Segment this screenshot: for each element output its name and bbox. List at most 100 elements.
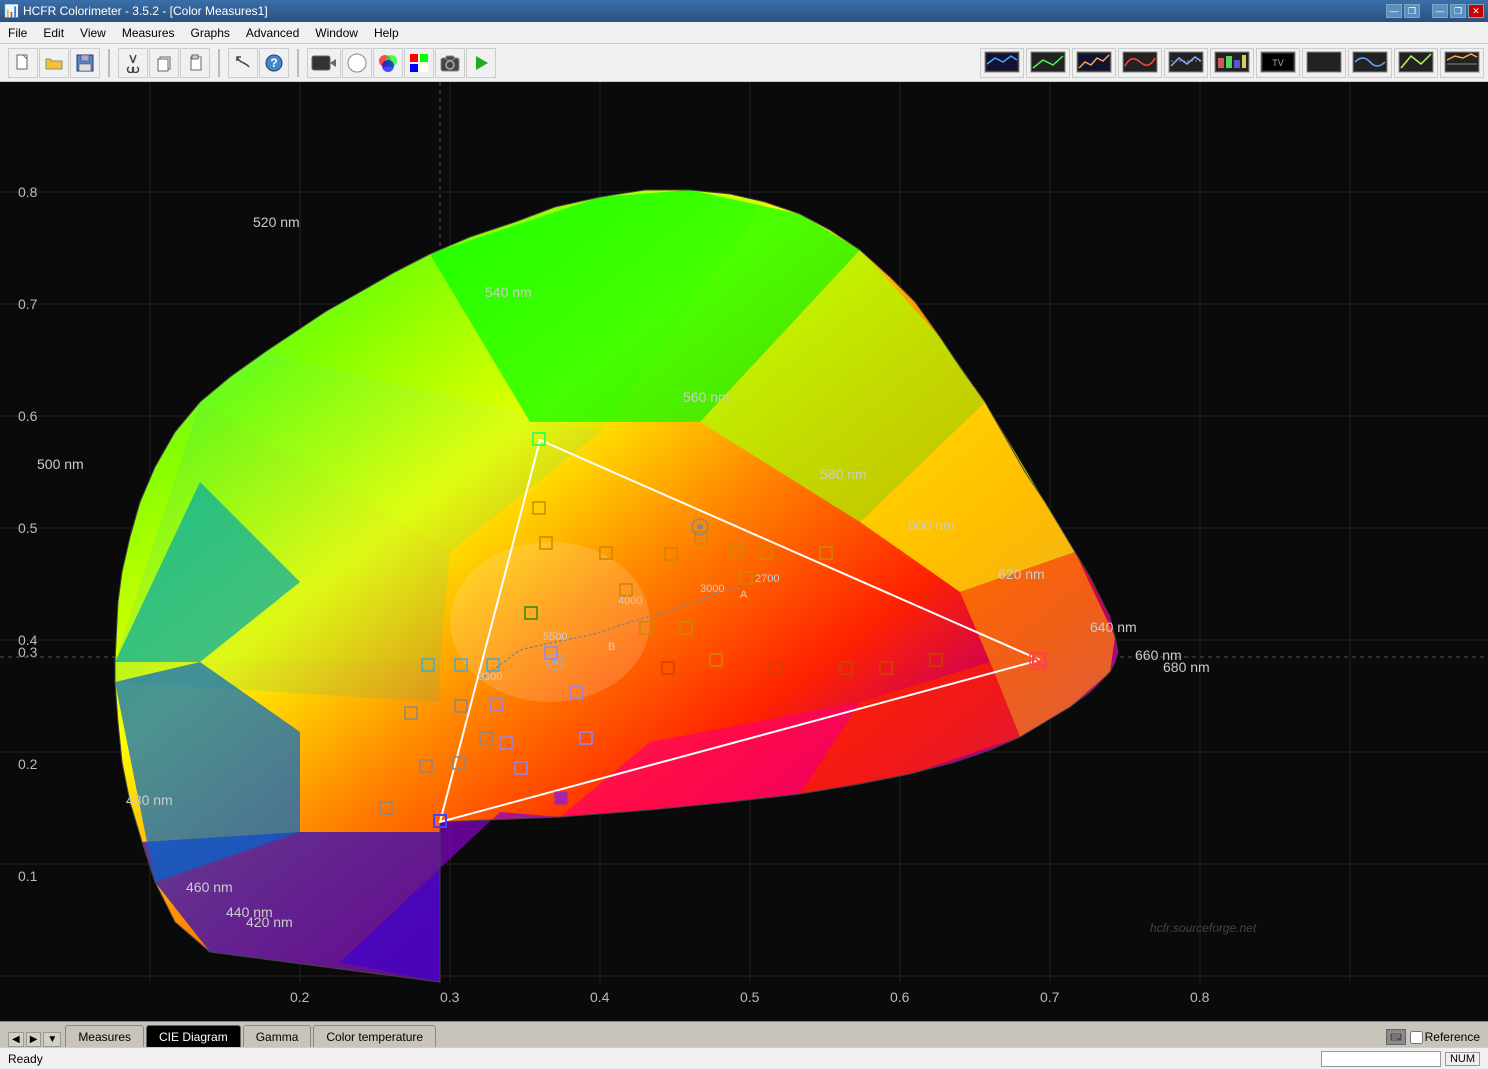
svg-text:0.4: 0.4	[590, 989, 610, 1005]
svg-text:0.8: 0.8	[18, 184, 38, 200]
reference-checkbox[interactable]	[1410, 1031, 1423, 1044]
svg-text:5500: 5500	[543, 631, 567, 643]
video-source-btn[interactable]	[307, 48, 341, 78]
help-btn[interactable]: ?	[259, 48, 289, 78]
save-btn[interactable]	[70, 48, 100, 78]
cie-svg: 0.8 0.7 0.6 0.5 0.4 0.3 0.2 0.1 0.2 0.3 …	[0, 82, 1488, 1021]
svg-text:0.6: 0.6	[890, 989, 910, 1005]
display-btn-4[interactable]	[1118, 48, 1162, 78]
titlebar-controls[interactable]: — ❐ — ❐ ✕	[1386, 4, 1484, 18]
title-bar: 📊 HCFR Colorimeter - 3.5.2 - [Color Meas…	[0, 0, 1488, 22]
tab-list-btn[interactable]: ▼	[43, 1032, 61, 1047]
play-btn[interactable]	[466, 48, 496, 78]
app-icon: 📊	[4, 4, 19, 18]
svg-text:420 nm: 420 nm	[246, 914, 293, 930]
copy-btn[interactable]	[149, 48, 179, 78]
svg-text:0.1: 0.1	[18, 868, 38, 884]
svg-text:TV: TV	[1272, 58, 1284, 68]
svg-text:620 nm: 620 nm	[998, 566, 1045, 582]
svg-text:680 nm: 680 nm	[1163, 659, 1210, 675]
svg-text:0.7: 0.7	[1040, 989, 1060, 1005]
new-btn[interactable]	[8, 48, 38, 78]
main-content: 0.8 0.7 0.6 0.5 0.4 0.3 0.2 0.1 0.2 0.3 …	[0, 82, 1488, 1021]
menu-bar: File Edit View Measures Graphs Advanced …	[0, 22, 1488, 44]
display-btn-7[interactable]: TV	[1256, 48, 1300, 78]
svg-text:560 nm: 560 nm	[683, 389, 730, 405]
inner-restore-btn[interactable]: ❐	[1404, 4, 1420, 18]
undo-btn[interactable]	[228, 48, 258, 78]
menu-edit[interactable]: Edit	[35, 22, 72, 43]
display-btn-10[interactable]	[1394, 48, 1438, 78]
cut-btn[interactable]	[118, 48, 148, 78]
tab-next-btn[interactable]: ▶	[26, 1032, 42, 1047]
tab-cie-diagram[interactable]: CIE Diagram	[146, 1025, 241, 1047]
close-btn[interactable]: ✕	[1468, 4, 1484, 18]
svg-text:540 nm: 540 nm	[485, 284, 532, 300]
svg-text:500 nm: 500 nm	[37, 456, 84, 472]
svg-text:9300: 9300	[478, 671, 502, 683]
reference-label[interactable]: Reference	[1425, 1030, 1480, 1044]
display-btn-3[interactable]	[1072, 48, 1116, 78]
menu-graphs[interactable]: Graphs	[183, 22, 238, 43]
svg-text:?: ?	[270, 56, 277, 70]
tab-bar: ◀ ▶ ▼ Measures CIE Diagram Gamma Color t…	[0, 1021, 1488, 1047]
window-title: HCFR Colorimeter - 3.5.2 - [Color Measur…	[23, 4, 268, 18]
titlebar-left: 📊 HCFR Colorimeter - 3.5.2 - [Color Meas…	[4, 4, 268, 18]
tab-color-temperature[interactable]: Color temperature	[313, 1025, 436, 1047]
camera-btn[interactable]	[435, 48, 465, 78]
menu-advanced[interactable]: Advanced	[238, 22, 307, 43]
toolbar-display-group: TV	[980, 48, 1484, 78]
svg-text:0.3: 0.3	[440, 989, 460, 1005]
tab-prev-btn[interactable]: ◀	[8, 1032, 24, 1047]
svg-text:B: B	[608, 641, 615, 653]
svg-text:0.2: 0.2	[18, 756, 38, 772]
svg-text:A: A	[740, 589, 748, 601]
svg-text:3000: 3000	[700, 583, 724, 595]
menu-view[interactable]: View	[72, 22, 114, 43]
minimize-btn[interactable]: —	[1432, 4, 1448, 18]
svg-text:0.7: 0.7	[18, 296, 38, 312]
status-text: Ready	[8, 1052, 43, 1066]
cie-diagram: 0.8 0.7 0.6 0.5 0.4 0.3 0.2 0.1 0.2 0.3 …	[0, 82, 1488, 1021]
svg-text:460 nm: 460 nm	[186, 879, 233, 895]
display-btn-11[interactable]	[1440, 48, 1484, 78]
display-btn-6[interactable]	[1210, 48, 1254, 78]
restore-btn[interactable]: ❐	[1450, 4, 1466, 18]
inner-minimize-btn[interactable]: —	[1386, 4, 1402, 18]
svg-text:hcfr.sourceforge.net: hcfr.sourceforge.net	[1150, 921, 1257, 935]
svg-text:4000: 4000	[618, 595, 642, 607]
display-btn-2[interactable]	[1026, 48, 1070, 78]
toolbar: ?	[0, 44, 1488, 82]
menu-help[interactable]: Help	[366, 22, 407, 43]
tab-gamma[interactable]: Gamma	[243, 1025, 312, 1047]
menu-measures[interactable]: Measures	[114, 22, 183, 43]
pattern-btn[interactable]	[404, 48, 434, 78]
svg-text:0.6: 0.6	[18, 408, 38, 424]
display-btn-1[interactable]	[980, 48, 1024, 78]
svg-text:2700: 2700	[755, 573, 779, 585]
open-btn[interactable]	[39, 48, 69, 78]
svg-text:0.2: 0.2	[290, 989, 310, 1005]
svg-text:600 nm: 600 nm	[908, 517, 955, 533]
display-btn-9[interactable]	[1348, 48, 1392, 78]
tab-measures[interactable]: Measures	[65, 1025, 144, 1047]
display-btn-5[interactable]	[1164, 48, 1208, 78]
svg-text:480 nm: 480 nm	[126, 792, 173, 808]
svg-text:520 nm: 520 nm	[253, 214, 300, 230]
svg-text:0.5: 0.5	[18, 520, 38, 536]
status-bar: Ready NUM	[0, 1047, 1488, 1069]
toolbar-undo-group: ?	[228, 48, 289, 78]
menu-file[interactable]: File	[0, 22, 35, 43]
svg-text:580 nm: 580 nm	[820, 466, 867, 482]
toolbar-file-group	[8, 48, 100, 78]
white-btn[interactable]	[342, 48, 372, 78]
num-lock-indicator: NUM	[1445, 1052, 1480, 1066]
reference-icon	[1386, 1029, 1406, 1045]
display-btn-8[interactable]	[1302, 48, 1346, 78]
color-circles-btn[interactable]	[373, 48, 403, 78]
svg-text:0.8: 0.8	[1190, 989, 1210, 1005]
toolbar-source-group	[307, 48, 496, 78]
menu-window[interactable]: Window	[307, 22, 366, 43]
svg-text:640 nm: 640 nm	[1090, 619, 1137, 635]
paste-btn[interactable]	[180, 48, 210, 78]
